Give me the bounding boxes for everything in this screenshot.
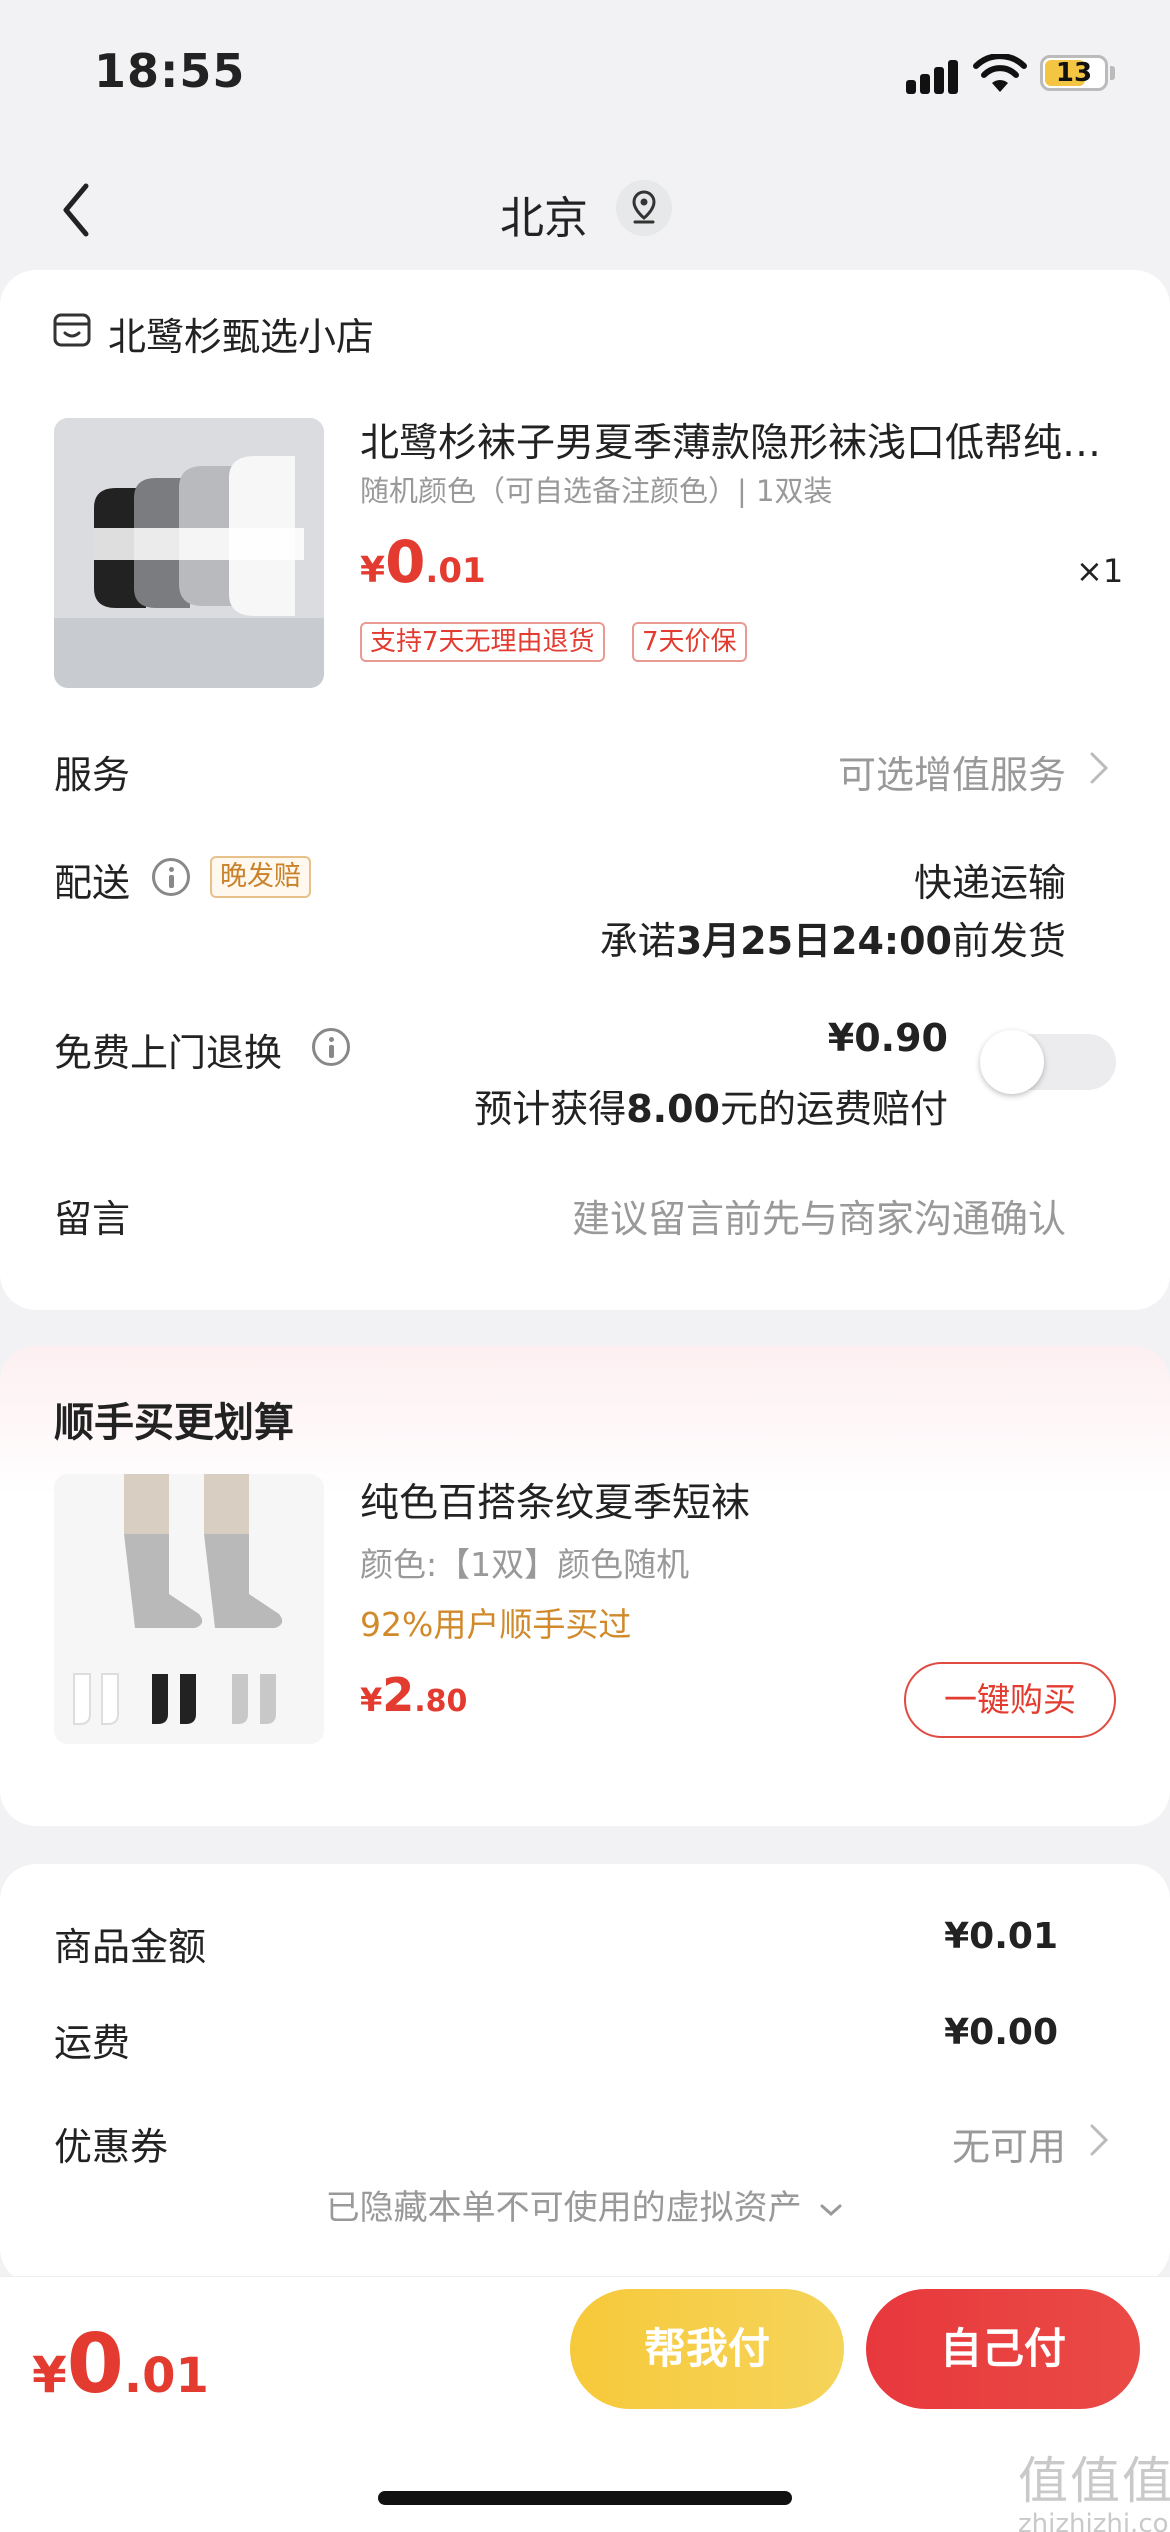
delivery-label: 配送: [54, 861, 131, 905]
goods-amount-label: 商品金额: [54, 1925, 207, 1969]
recommend-social-proof: 92%用户顺手买过: [360, 1605, 632, 1644]
note-suffix: 元的运费赔付: [719, 1087, 948, 1131]
return-service-price: ¥0.90: [827, 1016, 948, 1060]
wifi-icon: [973, 54, 1027, 92]
price-currency: ¥: [360, 550, 386, 591]
total-price: ¥0.01: [32, 2317, 209, 2412]
hidden-assets-text: 已隐藏本单不可使用的虚拟资产: [325, 2188, 802, 2228]
delivery-method: 快递运输: [913, 861, 1066, 905]
total-currency: ¥: [32, 2346, 67, 2404]
return-service-note: 预计获得8.00元的运费赔付: [474, 1078, 948, 1133]
battery-level: 13: [1055, 58, 1093, 88]
hidden-assets-toggle[interactable]: 已隐藏本单不可使用的虚拟资产: [0, 2180, 1170, 2229]
total-decimal: .01: [123, 2348, 209, 2404]
rec-price-integer: 2: [382, 1668, 415, 1722]
message-input[interactable]: 建议留言前先与商家沟通确认: [572, 1188, 1066, 1243]
coupon-value[interactable]: 无可用: [952, 2116, 1066, 2171]
self-pay-button[interactable]: 自己付: [866, 2289, 1140, 2409]
chevron-right-icon[interactable]: [1088, 750, 1110, 786]
rec-price-decimal: .80: [414, 1684, 468, 1719]
chevron-right-icon[interactable]: [1088, 2122, 1110, 2158]
help-pay-button[interactable]: 帮我付: [570, 2289, 844, 2409]
recommend-section-title: 顺手买更划算: [54, 1400, 294, 1446]
return-info-icon[interactable]: [312, 1028, 350, 1066]
price-protect-tag: 7天价保: [632, 622, 747, 662]
cellular-signal-icon: [906, 58, 960, 94]
watermark: 值值值 zhizhizhi.com: [1018, 2453, 1170, 2532]
recommend-title[interactable]: 纯色百搭条纹夏季短袜: [360, 1472, 750, 1528]
nav-bar: 北京: [0, 140, 1170, 275]
status-bar: 18:55 13: [0, 0, 1170, 140]
summary-card: 商品金额 ¥0.01 运费 ¥0.00 优惠券 无可用 已隐藏本单不可使用的虚拟…: [0, 1864, 1170, 2284]
watermark-logo: 值值值: [1018, 2452, 1170, 2510]
return-service-toggle[interactable]: [980, 1030, 1116, 1094]
home-indicator[interactable]: [378, 2491, 792, 2505]
shop-icon: [53, 313, 91, 347]
coupon-label: 优惠券: [54, 2125, 169, 2169]
back-icon[interactable]: [56, 180, 96, 240]
promise-prefix: 承诺: [599, 919, 676, 963]
return-policy-tag: 支持7天无理由退货: [360, 622, 605, 662]
status-time: 18:55: [94, 44, 246, 98]
recommend-spec: 颜色:【1双】颜色随机: [360, 1545, 690, 1584]
service-value[interactable]: 可选增值服务: [838, 744, 1066, 799]
product-image[interactable]: [54, 418, 324, 688]
rec-price-currency: ¥: [360, 1681, 383, 1719]
shipping-value: ¥0.00: [944, 2012, 1058, 2053]
bottom-bar: ¥0.01 帮我付 自己付 值值值 zhizhizhi.com: [0, 2276, 1170, 2532]
promise-date: 3月25日24:00: [675, 919, 952, 963]
promise-suffix: 前发货: [951, 919, 1066, 963]
product-price: ¥0.01: [360, 528, 486, 596]
location-icon[interactable]: [616, 180, 672, 236]
battery-icon: 13: [1040, 55, 1108, 91]
shop-name[interactable]: 北鹭杉甄选小店: [108, 306, 374, 361]
shipping-label: 运费: [54, 2021, 131, 2065]
late-compensation-tag: 晚发赔: [210, 856, 311, 898]
recommend-product-image[interactable]: [54, 1474, 324, 1744]
page-title: 北京: [500, 193, 588, 244]
product-quantity: ×1: [1076, 552, 1124, 590]
return-service-label: 免费上门退换: [54, 1031, 283, 1075]
recommend-price: ¥2.80: [360, 1668, 467, 1722]
delivery-promise: 承诺3月25日24:00前发货: [600, 910, 1066, 965]
one-click-buy-button[interactable]: 一键购买: [904, 1662, 1116, 1738]
product-spec: 随机颜色（可自选备注颜色）| 1双装: [360, 474, 833, 508]
battery-cap: [1110, 66, 1115, 80]
goods-amount-value: ¥0.01: [944, 1916, 1058, 1957]
order-card: 北鹭杉甄选小店 北鹭杉袜子男夏季薄款隐形袜浅口低帮纯色船袜 随机颜色（可自选备注…: [0, 270, 1170, 1310]
product-title[interactable]: 北鹭杉袜子男夏季薄款隐形袜浅口低帮纯色船袜: [360, 412, 1120, 468]
chevron-down-icon: [820, 2204, 842, 2216]
price-integer: 0: [385, 528, 426, 596]
price-decimal: .01: [425, 551, 486, 591]
delivery-info-icon[interactable]: [152, 858, 190, 896]
toggle-knob: [980, 1030, 1044, 1094]
message-label: 留言: [54, 1197, 131, 1241]
note-prefix: 预计获得: [474, 1087, 627, 1131]
total-integer: 0: [66, 2317, 124, 2412]
service-label: 服务: [54, 753, 131, 797]
recommend-card: 顺手买更划算 纯色百搭条纹夏季短袜 颜色:【1双】颜色随机 92%用户顺手买过: [0, 1346, 1170, 1826]
watermark-url: zhizhizhi.com: [1018, 2509, 1170, 2532]
note-amount: 8.00: [626, 1087, 720, 1131]
